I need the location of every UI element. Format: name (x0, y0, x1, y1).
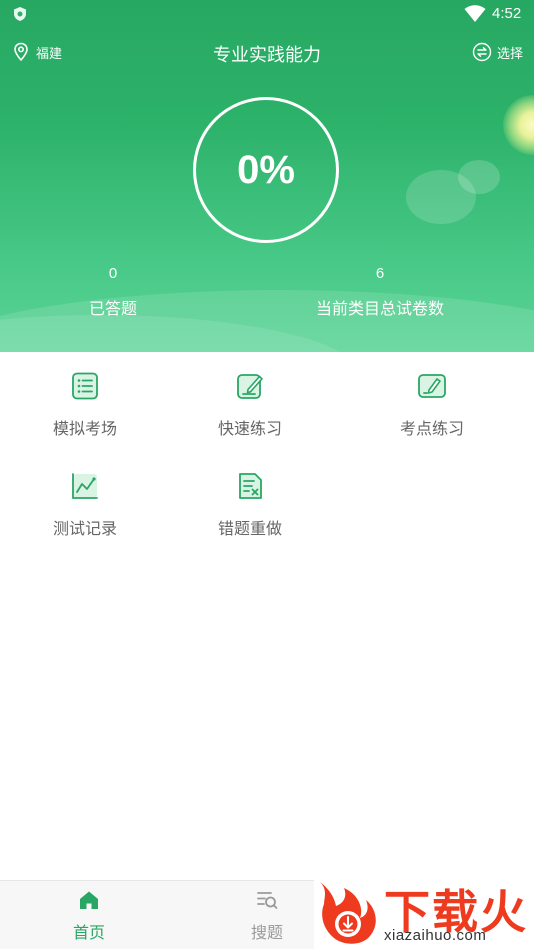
answered-count: 0 (108, 265, 118, 282)
home-icon (80, 891, 98, 909)
header-banner: 4:52 福建 专业实践能力 选择 0% 0 已答题 6 当前类目总试卷数 (0, 0, 534, 352)
pen-board-icon (418, 374, 446, 398)
page-title: 专业实践能力 (213, 45, 321, 66)
menu-quick-practice[interactable]: 快速练习 (180, 371, 320, 439)
menu-mock-exam[interactable]: 模拟考场 (15, 371, 155, 439)
tab-label: 搜题 (250, 923, 283, 942)
select-button[interactable]: 选择 (472, 42, 523, 62)
decorative-sun (503, 95, 534, 155)
total-papers-count: 6 (375, 265, 385, 282)
progress-value: 0% (237, 147, 295, 192)
total-papers-stat: 6 当前类目总试卷数 (280, 265, 480, 319)
select-label: 选择 (497, 46, 524, 62)
status-bar: 4:52 (0, 0, 534, 30)
menu-wrong-redo[interactable]: 错题重做 (180, 471, 320, 539)
status-time: 4:52 (492, 5, 522, 22)
total-papers-label: 当前类目总试卷数 (315, 299, 444, 318)
wifi-icon (464, 5, 486, 22)
progress-ring: 0% (193, 97, 339, 243)
answered-label: 已答题 (88, 299, 137, 318)
watermark: 下载火 xiazaihuo.com (314, 880, 534, 949)
chart-record-icon (72, 473, 98, 499)
menu-label: 错题重做 (217, 519, 282, 538)
tab-home[interactable]: 首页 (39, 889, 139, 943)
app-screen: 4:52 福建 专业实践能力 选择 0% 0 已答题 6 当前类目总试卷数 模拟… (0, 0, 534, 949)
menu-label: 快速练习 (217, 419, 282, 438)
tab-search[interactable]: 搜题 (217, 889, 317, 943)
flame-logo-icon (320, 882, 376, 944)
menu-topic-practice[interactable]: 考点练习 (362, 371, 502, 439)
edit-note-icon (237, 374, 263, 399)
menu-label: 考点练习 (399, 419, 464, 438)
menu-test-records[interactable]: 测试记录 (15, 471, 155, 539)
menu-label: 测试记录 (52, 519, 117, 538)
search-list-icon (257, 892, 278, 909)
watermark-url: xiazaihuo.com (384, 927, 487, 944)
answered-stat: 0 已答题 (13, 265, 213, 319)
shield-icon (14, 7, 26, 21)
tab-label: 首页 (72, 923, 105, 942)
menu-label: 模拟考场 (52, 419, 117, 438)
switch-icon (472, 42, 492, 62)
exam-list-icon (72, 372, 98, 400)
decorative-bubble (458, 160, 500, 194)
wrong-answer-icon (239, 473, 262, 499)
